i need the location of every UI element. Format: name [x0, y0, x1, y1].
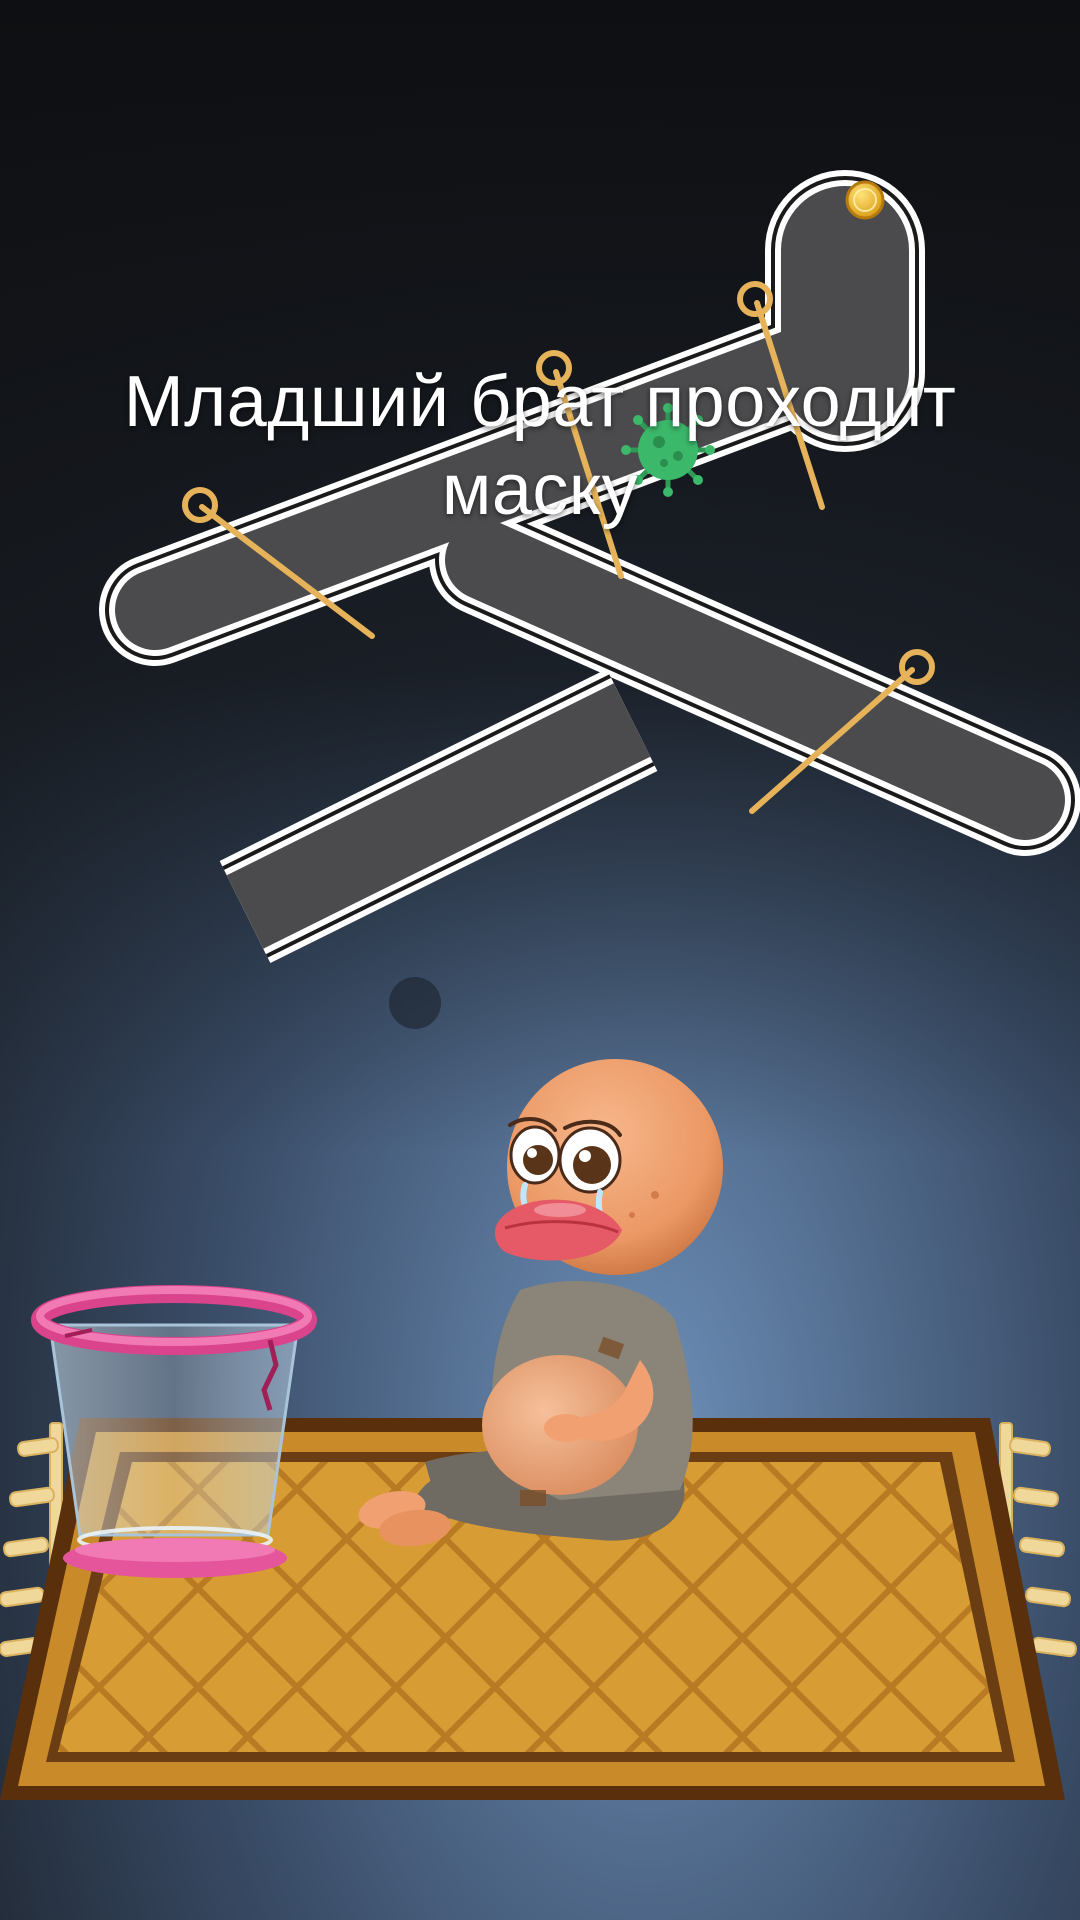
gold-coin-icon: [845, 180, 885, 220]
game-canvas: [0, 0, 1080, 1920]
game-scene: Младший брат проходит маску: [0, 0, 1080, 1920]
background-blur-spot: [389, 977, 441, 1029]
caption-text: Младший брат проходит маску: [123, 362, 957, 530]
glass-bucket: [31, 1285, 317, 1578]
